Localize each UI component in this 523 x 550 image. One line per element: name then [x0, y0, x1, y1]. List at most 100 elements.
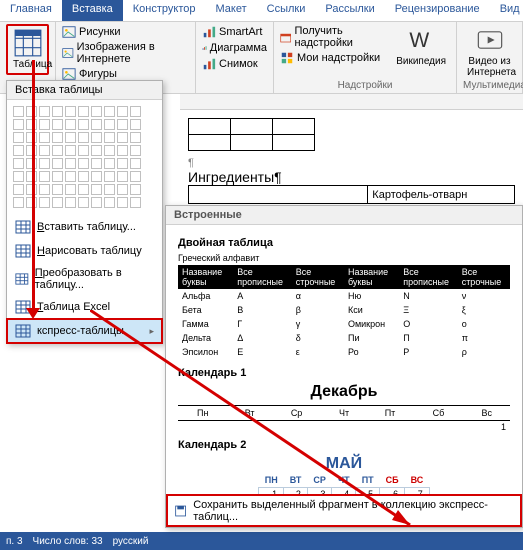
grid-cell[interactable]: [39, 197, 50, 208]
grid-cell[interactable]: [52, 171, 63, 182]
get-addons[interactable]: Получить надстройки: [280, 24, 384, 50]
grid-cell[interactable]: [52, 158, 63, 169]
grid-cell[interactable]: [26, 106, 37, 117]
grid-cell[interactable]: [39, 158, 50, 169]
tab-рецензирование[interactable]: Рецензирование: [385, 0, 490, 21]
grid-cell[interactable]: [104, 184, 115, 195]
grid-cell[interactable]: [130, 171, 141, 182]
grid-cell[interactable]: [91, 145, 102, 156]
grid-cell[interactable]: [39, 145, 50, 156]
grid-cell[interactable]: [78, 184, 89, 195]
grid-cell[interactable]: [91, 158, 102, 169]
greek-table[interactable]: Название буквыВсе прописныеВсе строчныеН…: [178, 265, 510, 359]
ingredients-table[interactable]: Картофель-отварн: [188, 185, 515, 204]
grid-cell[interactable]: [117, 158, 128, 169]
calendar1-label[interactable]: Календарь 1: [178, 367, 510, 379]
grid-cell[interactable]: [65, 171, 76, 182]
grid-cell[interactable]: [130, 158, 141, 169]
grid-cell[interactable]: [78, 197, 89, 208]
doc-table[interactable]: [188, 118, 315, 151]
tab-рассылки[interactable]: Рассылки: [315, 0, 384, 21]
grid-cell[interactable]: [104, 106, 115, 117]
grid-cell[interactable]: [78, 132, 89, 143]
illus-Изображения в Интернете[interactable]: Изображения в Интернете: [62, 40, 189, 66]
grid-cell[interactable]: [52, 184, 63, 195]
calendar2-label[interactable]: Календарь 2: [178, 439, 510, 451]
grid-cell[interactable]: [52, 119, 63, 130]
grid-cell[interactable]: [13, 171, 24, 182]
grid-cell[interactable]: [13, 106, 24, 117]
grid-cell[interactable]: [78, 171, 89, 182]
grid-cell[interactable]: [130, 184, 141, 195]
dd-item-0[interactable]: Вставить таблицу...: [7, 215, 162, 239]
grid-cell[interactable]: [26, 197, 37, 208]
status-page[interactable]: п. 3: [6, 536, 23, 547]
tab-макет[interactable]: Макет: [205, 0, 256, 21]
my-addons[interactable]: Мои надстройки: [280, 50, 384, 66]
grid-cell[interactable]: [26, 145, 37, 156]
calendar1[interactable]: ПнВтСрЧтПтСбВс1: [178, 405, 510, 433]
grid-cell[interactable]: [52, 132, 63, 143]
grid-cell[interactable]: [65, 158, 76, 169]
grid-cell[interactable]: [65, 145, 76, 156]
save-selection-button[interactable]: Сохранить выделенный фрагмент в коллекци…: [166, 494, 522, 527]
grid-cell[interactable]: [26, 171, 37, 182]
grid-cell[interactable]: [65, 132, 76, 143]
table-button[interactable]: Таблица: [9, 27, 46, 72]
grid-cell[interactable]: [39, 132, 50, 143]
grid-cell[interactable]: [65, 184, 76, 195]
grid-cell[interactable]: [13, 158, 24, 169]
grid-cell[interactable]: [117, 106, 128, 117]
dd-item-3[interactable]: Таблица Excel: [7, 295, 162, 319]
grid-cell[interactable]: [104, 145, 115, 156]
grid-cell[interactable]: [104, 158, 115, 169]
grid-cell[interactable]: [130, 145, 141, 156]
grid-cell[interactable]: [39, 184, 50, 195]
grid-cell[interactable]: [117, 145, 128, 156]
grid-cell[interactable]: [117, 132, 128, 143]
grid-cell[interactable]: [130, 106, 141, 117]
ingredients-heading[interactable]: Ингредиенты¶: [188, 169, 515, 185]
grid-cell[interactable]: [65, 106, 76, 117]
grid-cell[interactable]: [26, 184, 37, 195]
grid-cell[interactable]: [52, 145, 63, 156]
smart-Диаграмма[interactable]: Диаграмма: [202, 40, 267, 56]
grid-cell[interactable]: [26, 132, 37, 143]
grid-cell[interactable]: [13, 184, 24, 195]
grid-cell[interactable]: [91, 119, 102, 130]
tab-ссылки[interactable]: Ссылки: [257, 0, 316, 21]
tab-вид[interactable]: Вид: [490, 0, 523, 21]
grid-cell[interactable]: [91, 132, 102, 143]
dd-item-4[interactable]: кспресс-таблицы▸: [7, 319, 162, 343]
illus-Рисунки[interactable]: Рисунки: [62, 24, 189, 40]
grid-cell[interactable]: [91, 184, 102, 195]
grid-cell[interactable]: [39, 119, 50, 130]
status-words[interactable]: Число слов: 33: [33, 536, 103, 547]
video-button[interactable]: Видео из Интернета: [463, 24, 516, 80]
double-table-label[interactable]: Двойная таблица: [178, 237, 510, 249]
status-lang[interactable]: русский: [113, 536, 149, 547]
grid-cell[interactable]: [104, 132, 115, 143]
grid-cell[interactable]: [13, 119, 24, 130]
dd-item-1[interactable]: Нарисовать таблицу: [7, 239, 162, 263]
wikipedia-button[interactable]: W Википедия: [392, 24, 450, 69]
grid-cell[interactable]: [26, 158, 37, 169]
grid-cell[interactable]: [104, 119, 115, 130]
grid-cell[interactable]: [39, 171, 50, 182]
grid-cell[interactable]: [91, 106, 102, 117]
tab-вставка[interactable]: Вставка: [62, 0, 123, 21]
grid-cell[interactable]: [117, 184, 128, 195]
smart-Снимок[interactable]: Снимок: [202, 56, 267, 72]
grid-cell[interactable]: [39, 106, 50, 117]
dd-item-2[interactable]: Преобразовать в таблицу...: [7, 263, 162, 295]
grid-cell[interactable]: [13, 132, 24, 143]
ruler[interactable]: [180, 94, 523, 110]
grid-cell[interactable]: [65, 119, 76, 130]
grid-cell[interactable]: [130, 197, 141, 208]
grid-cell[interactable]: [13, 197, 24, 208]
grid-cell[interactable]: [117, 171, 128, 182]
grid-cell[interactable]: [52, 106, 63, 117]
grid-picker[interactable]: [7, 100, 162, 215]
grid-cell[interactable]: [117, 119, 128, 130]
grid-cell[interactable]: [91, 197, 102, 208]
